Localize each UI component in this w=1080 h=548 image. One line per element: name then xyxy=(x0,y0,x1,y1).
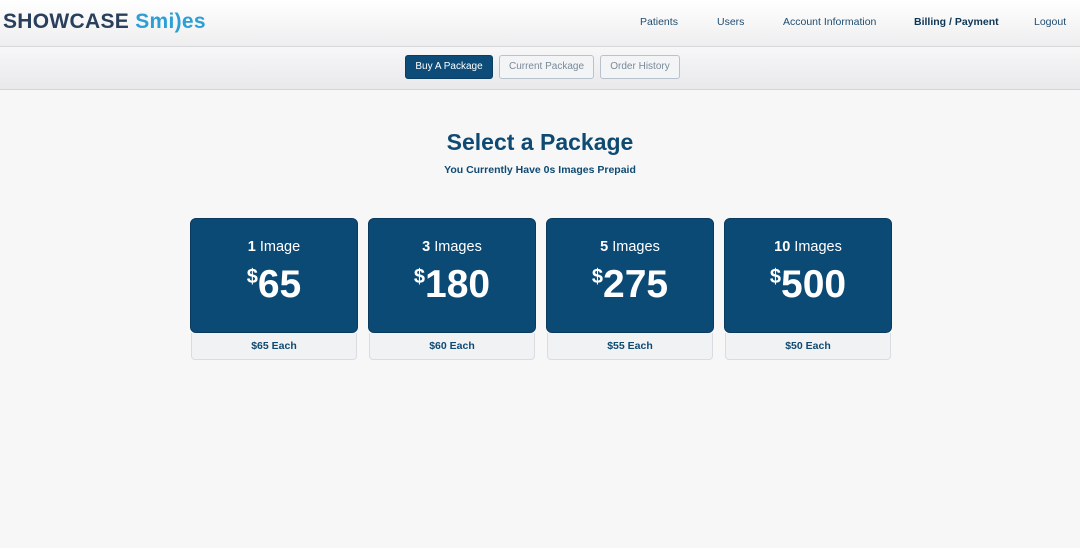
package-count: 3 xyxy=(422,239,431,255)
package-card-1-image[interactable]: 1 Image $65 $65 Each xyxy=(190,218,358,360)
package-quantity: 5 Images xyxy=(547,239,713,255)
package-quantity: 10 Images xyxy=(725,239,891,255)
billing-sub-navigation: Buy A Package Current Package Order Hist… xyxy=(0,47,1080,90)
package-price: $180 xyxy=(369,263,535,307)
package-count: 10 xyxy=(774,239,791,255)
package-card-header: 1 Image $65 xyxy=(190,218,358,333)
currency-symbol: $ xyxy=(591,266,604,288)
package-count: 5 xyxy=(600,239,609,255)
nav-billing-payment[interactable]: Billing / Payment xyxy=(914,16,999,28)
package-card-5-images[interactable]: 5 Images $275 $55 Each xyxy=(546,218,714,360)
price-amount: 500 xyxy=(781,263,847,306)
nav-account-information[interactable]: Account Information xyxy=(783,16,876,28)
price-per-image: $65 Each xyxy=(191,333,357,360)
package-card-header: 3 Images $180 xyxy=(368,218,536,333)
price-per-image: $50 Each xyxy=(725,333,891,360)
package-quantity: 1 Image xyxy=(191,239,357,255)
price-amount: 65 xyxy=(257,263,302,306)
package-price: $65 xyxy=(191,263,357,307)
showcase-smiles-logo[interactable]: SHOWCASE Smi)es xyxy=(3,10,206,34)
prepaid-images-status: You Currently Have 0s Images Prepaid xyxy=(444,164,636,176)
current-package-button[interactable]: Current Package xyxy=(499,55,594,79)
nav-logout[interactable]: Logout xyxy=(1034,16,1066,28)
package-unit: Images xyxy=(612,239,660,255)
package-card-header: 5 Images $275 xyxy=(546,218,714,333)
package-card-header: 10 Images $500 xyxy=(724,218,892,333)
logo-text-smiles: Smi)es xyxy=(135,10,206,33)
package-card-3-images[interactable]: 3 Images $180 $60 Each xyxy=(368,218,536,360)
package-unit: Images xyxy=(434,239,482,255)
price-amount: 275 xyxy=(603,263,669,306)
package-price: $500 xyxy=(725,263,891,307)
logo-text-showcase: SHOWCASE xyxy=(3,10,130,33)
top-navigation-bar: SHOWCASE Smi)es Patients Users Account I… xyxy=(0,0,1080,47)
currency-symbol: $ xyxy=(246,266,258,288)
currency-symbol: $ xyxy=(413,266,426,288)
package-unit: Image xyxy=(259,239,301,255)
package-unit: Images xyxy=(794,239,842,255)
package-quantity: 3 Images xyxy=(369,239,535,255)
package-count: 1 xyxy=(247,239,256,255)
price-per-image: $55 Each xyxy=(547,333,713,360)
order-history-button[interactable]: Order History xyxy=(600,55,680,79)
currency-symbol: $ xyxy=(769,266,782,288)
nav-patients[interactable]: Patients xyxy=(640,16,678,28)
page-title: Select a Package xyxy=(446,129,634,155)
nav-users[interactable]: Users xyxy=(717,16,744,28)
price-per-image: $60 Each xyxy=(369,333,535,360)
price-amount: 180 xyxy=(425,263,491,306)
buy-a-package-button[interactable]: Buy A Package xyxy=(405,55,493,79)
package-price: $275 xyxy=(547,263,713,307)
package-card-10-images[interactable]: 10 Images $500 $50 Each xyxy=(724,218,892,360)
